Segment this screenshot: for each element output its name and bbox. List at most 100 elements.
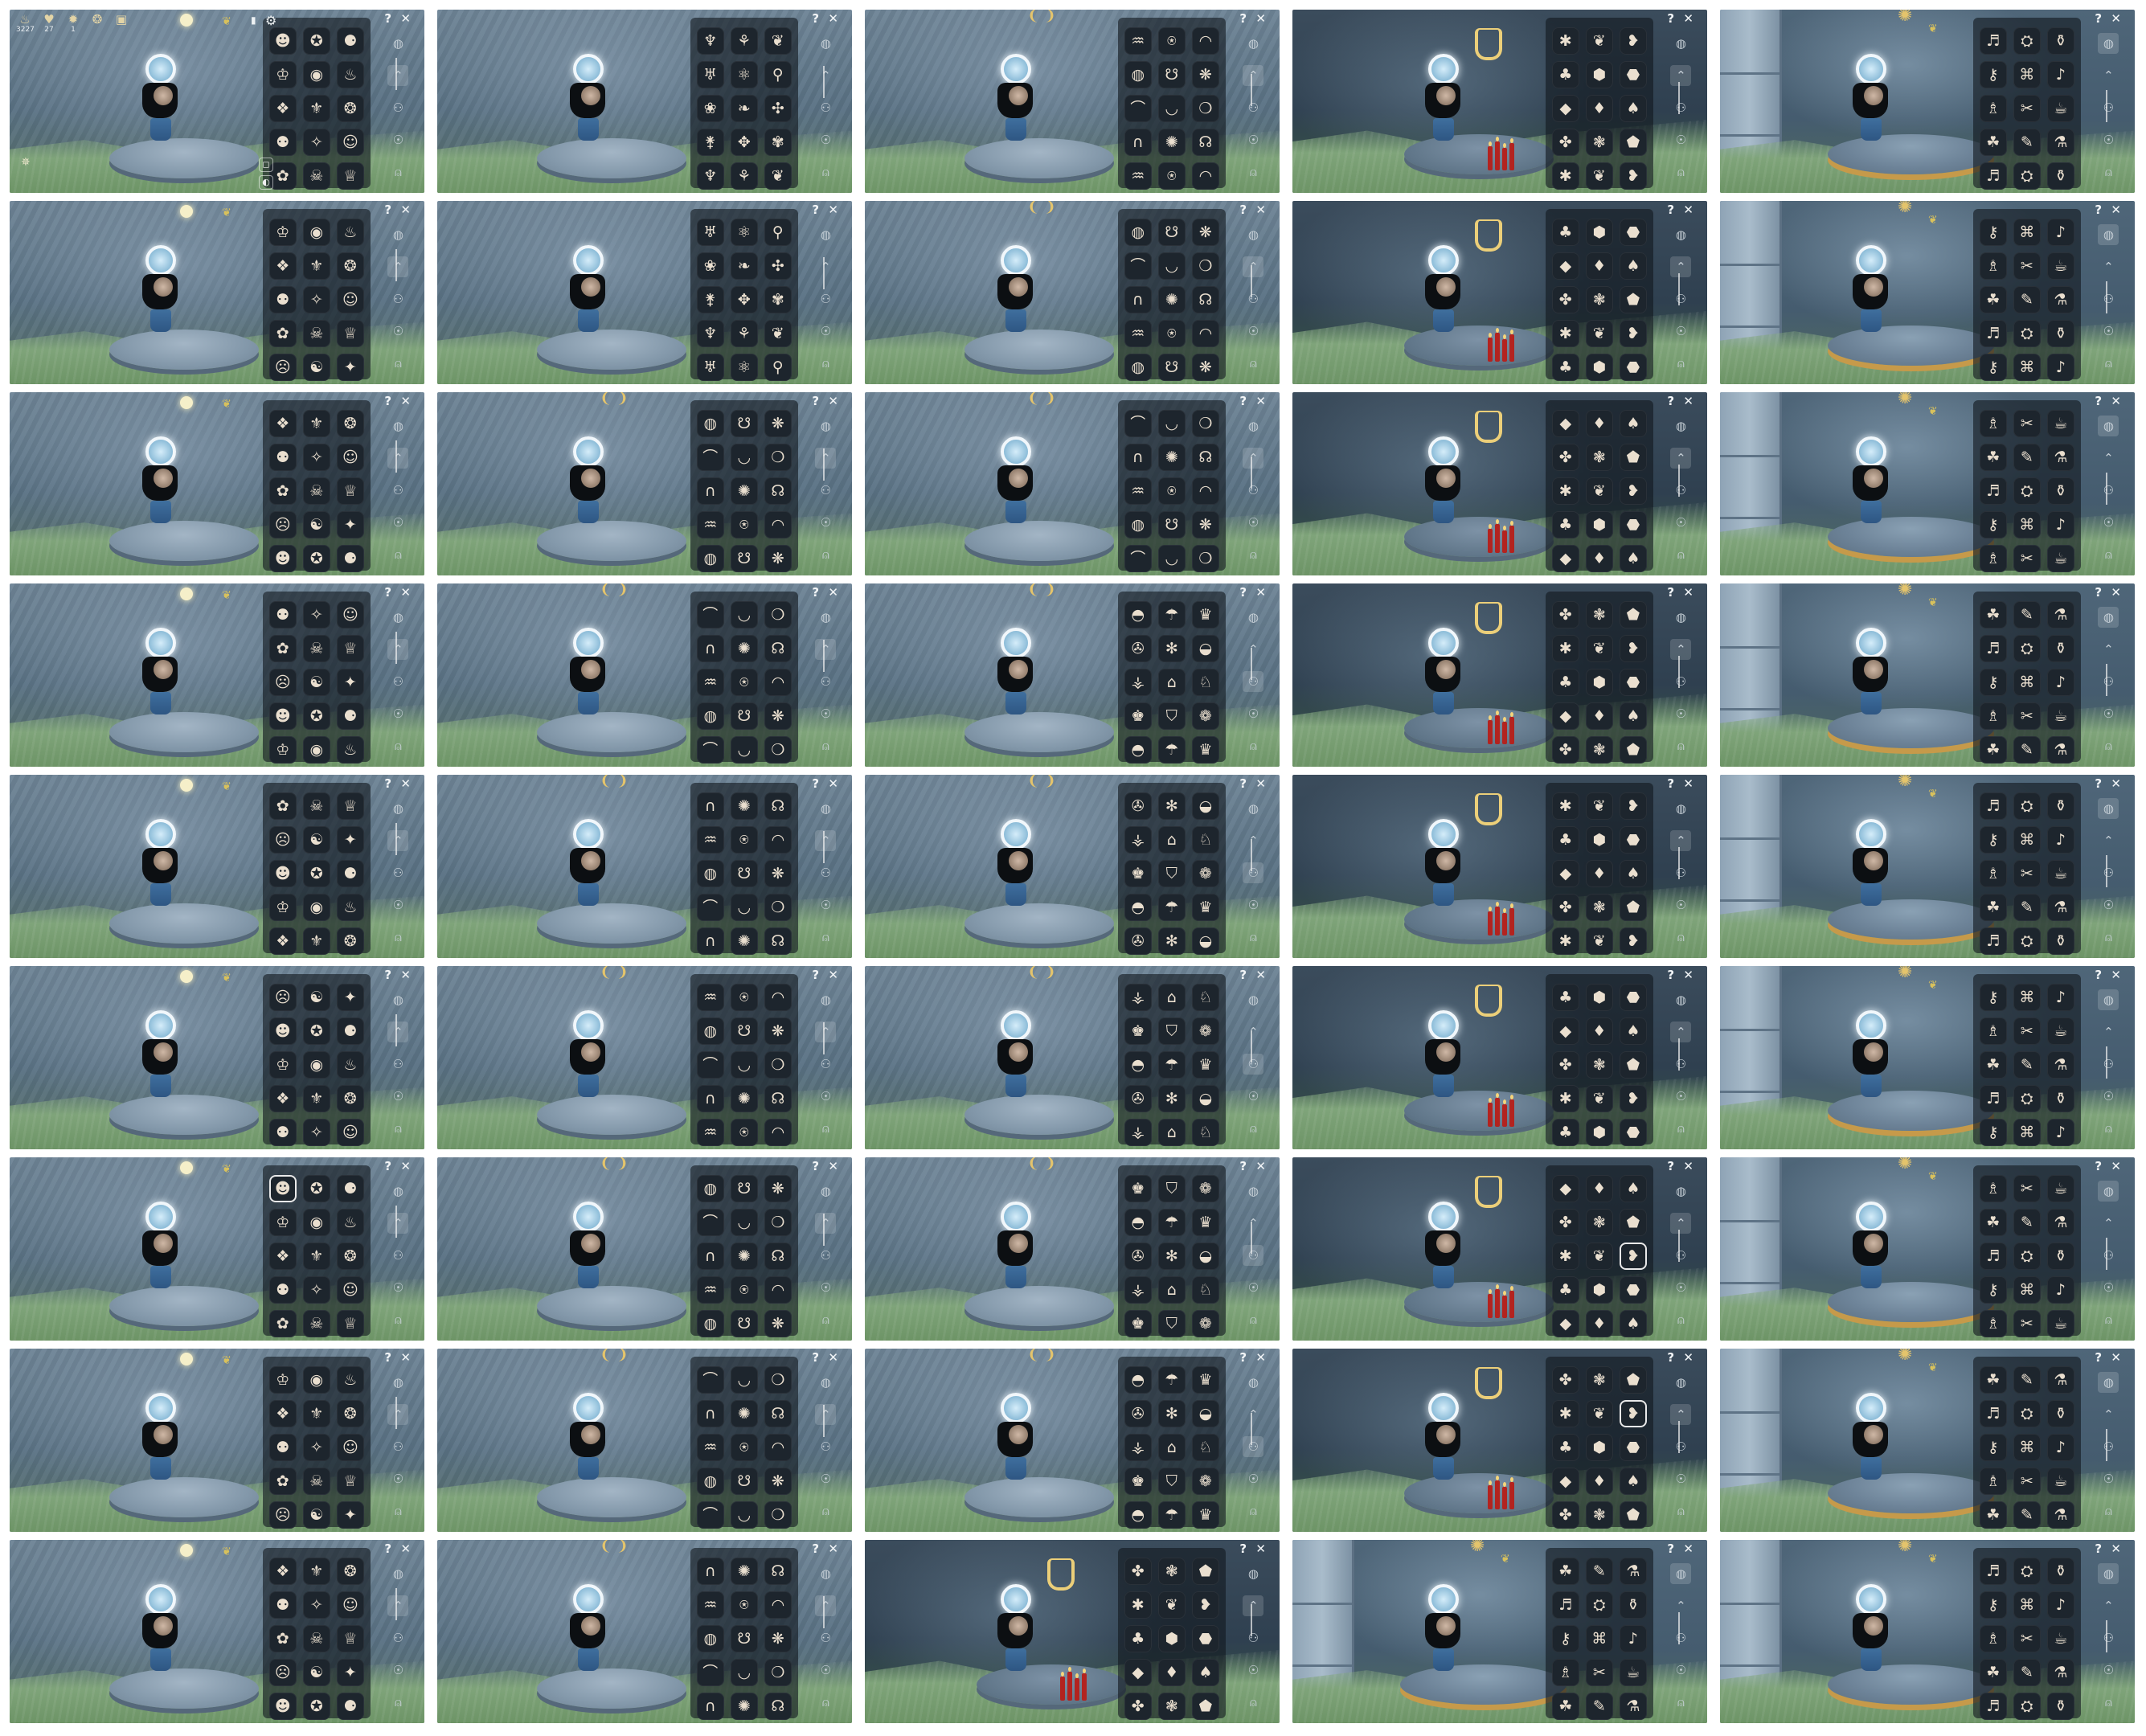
close-button[interactable]: ✕: [400, 394, 411, 408]
closet-slot[interactable]: ♠: [1618, 1172, 1648, 1206]
closet-slot[interactable]: ✎: [2012, 1498, 2042, 1532]
category-accessory-icon[interactable]: ⚇: [1244, 674, 1262, 690]
category-hair-icon[interactable]: ⌃: [1244, 833, 1262, 849]
category-accessory-icon[interactable]: ⚇: [817, 1439, 834, 1455]
closet-slot[interactable]: ❦: [1584, 789, 1615, 823]
closet-slot[interactable]: ⚶: [1123, 1273, 1153, 1307]
closet-slot[interactable]: ☕: [2046, 699, 2076, 733]
closet-slot[interactable]: ♪: [2046, 350, 2076, 384]
help-button[interactable]: ?: [384, 203, 391, 217]
category-hat-icon[interactable]: ☉: [1244, 1662, 1262, 1678]
category-accessory-icon[interactable]: ⚇: [1244, 865, 1262, 881]
closet-slot[interactable]: ❂: [335, 1082, 366, 1116]
closet-slot[interactable]: ◡: [729, 1363, 760, 1397]
scrollbar[interactable]: [395, 632, 398, 664]
category-hat-icon[interactable]: ☉: [817, 514, 834, 530]
closet-slot[interactable]: ◆: [1550, 92, 1581, 125]
closet-slot[interactable]: ⚛: [729, 58, 760, 92]
category-hair-icon[interactable]: ⌃: [817, 1406, 834, 1423]
category-prop-icon[interactable]: ⍝: [1244, 929, 1262, 945]
closet-slot[interactable]: ✥: [729, 283, 760, 317]
closet-slot[interactable]: ♬: [1978, 789, 2009, 823]
closet-slot[interactable]: ∩: [695, 1082, 726, 1116]
closet-slot[interactable]: ☊: [763, 632, 793, 665]
category-hair-icon[interactable]: ⌃: [1244, 1598, 1262, 1614]
category-accessory-icon[interactable]: ⚇: [817, 1247, 834, 1263]
closet-slot[interactable]: ✧: [301, 1273, 332, 1307]
help-button[interactable]: ?: [1239, 1159, 1247, 1173]
closet-slot[interactable]: ☻: [268, 857, 298, 891]
category-hair-icon[interactable]: ⌃: [817, 68, 834, 84]
closet-slot[interactable]: ⌒: [1123, 92, 1153, 125]
close-button[interactable]: ✕: [2111, 776, 2121, 791]
closet-slot[interactable]: ♚: [1123, 857, 1153, 891]
closet-slot[interactable]: ✧: [301, 1431, 332, 1464]
closet-slot[interactable]: ⚗: [2046, 125, 2076, 159]
closet-slot[interactable]: ☠: [301, 1464, 332, 1498]
closet-slot[interactable]: ♅: [695, 58, 726, 92]
scrollbar[interactable]: [395, 1397, 398, 1429]
category-prop-icon[interactable]: ⍝: [817, 1503, 834, 1519]
closet-slot[interactable]: ☋: [729, 1464, 760, 1498]
category-mask-icon[interactable]: ◍: [817, 418, 834, 434]
closet-slot[interactable]: ☠: [301, 1622, 332, 1656]
closet-slot[interactable]: ☘: [1978, 891, 2009, 924]
closet-slot[interactable]: ⚱: [1618, 1588, 1648, 1622]
closet-slot[interactable]: ⛉: [1157, 1464, 1187, 1498]
scrollbar[interactable]: [823, 1405, 825, 1437]
closet-slot[interactable]: ◡: [729, 440, 760, 474]
category-prop-icon[interactable]: ⍝: [1672, 1694, 1689, 1710]
category-prop-icon[interactable]: ⍝: [1672, 1120, 1689, 1136]
category-hat-icon[interactable]: ☉: [2099, 1279, 2117, 1296]
closet-slot[interactable]: ◡: [729, 891, 760, 924]
close-button[interactable]: ✕: [828, 968, 838, 982]
closet-slot[interactable]: ☊: [763, 789, 793, 823]
close-button[interactable]: ✕: [1255, 776, 1266, 791]
help-button[interactable]: ?: [2095, 776, 2102, 791]
scrollbar[interactable]: [1678, 273, 1681, 305]
closet-slot[interactable]: ⚲: [763, 350, 793, 384]
scrollbar[interactable]: [395, 1206, 398, 1238]
closet-slot[interactable]: ♠: [1618, 249, 1648, 283]
closet-slot[interactable]: ❁: [1190, 699, 1221, 733]
category-accessory-icon[interactable]: ⚇: [817, 1630, 834, 1646]
category-prop-icon[interactable]: ⍝: [1672, 164, 1689, 180]
category-hat-icon[interactable]: ☉: [1244, 706, 1262, 722]
closet-slot[interactable]: ❃: [1584, 733, 1615, 767]
closet-slot[interactable]: ⬢: [1584, 508, 1615, 542]
closet-slot[interactable]: ⍟: [1157, 317, 1187, 350]
category-hair-icon[interactable]: ⌃: [389, 259, 407, 275]
closet-slot[interactable]: ♔: [268, 1363, 298, 1397]
closet-slot[interactable]: ⬟: [1618, 125, 1648, 159]
closet-slot[interactable]: ❦: [1584, 1397, 1615, 1431]
closet-slot[interactable]: ☹: [268, 981, 298, 1014]
closet-slot[interactable]: ☯: [301, 823, 332, 857]
category-accessory-icon[interactable]: ⚇: [1244, 1630, 1262, 1646]
closet-slot[interactable]: ⍟: [729, 508, 760, 542]
closet-slot[interactable]: ♬: [1978, 1689, 2009, 1723]
closet-slot[interactable]: ♕: [335, 632, 366, 665]
category-hair-icon[interactable]: ⌃: [817, 1024, 834, 1040]
closet-slot[interactable]: ◉: [301, 1363, 332, 1397]
closet-slot[interactable]: ♠: [1190, 1656, 1221, 1689]
category-prop-icon[interactable]: ⍝: [1672, 929, 1689, 945]
closet-slot[interactable]: ❂: [335, 92, 366, 125]
category-hat-icon[interactable]: ☉: [1244, 1471, 1262, 1487]
close-button[interactable]: ✕: [1255, 968, 1266, 982]
closet-slot[interactable]: ❖: [268, 1397, 298, 1431]
close-button[interactable]: ✕: [1683, 776, 1693, 791]
help-button[interactable]: ?: [1667, 1159, 1674, 1173]
closet-slot[interactable]: ⚱: [2046, 159, 2076, 193]
category-hair-icon[interactable]: ⌃: [389, 833, 407, 849]
category-prop-icon[interactable]: ⍝: [1672, 1312, 1689, 1328]
closet-slot[interactable]: ☻: [268, 1689, 298, 1723]
closet-slot[interactable]: ✧: [301, 283, 332, 317]
closet-slot[interactable]: ⚈: [335, 1172, 366, 1206]
closet-slot[interactable]: ◍: [695, 857, 726, 891]
closet-slot[interactable]: ✺: [729, 632, 760, 665]
closet-slot[interactable]: ⚗: [2046, 1048, 2076, 1082]
closet-slot[interactable]: ❂: [335, 1239, 366, 1273]
category-mask-icon[interactable]: ◍: [1244, 1374, 1262, 1390]
closet-slot[interactable]: ✺: [1157, 440, 1187, 474]
closet-slot[interactable]: ⬣: [1618, 1273, 1648, 1307]
